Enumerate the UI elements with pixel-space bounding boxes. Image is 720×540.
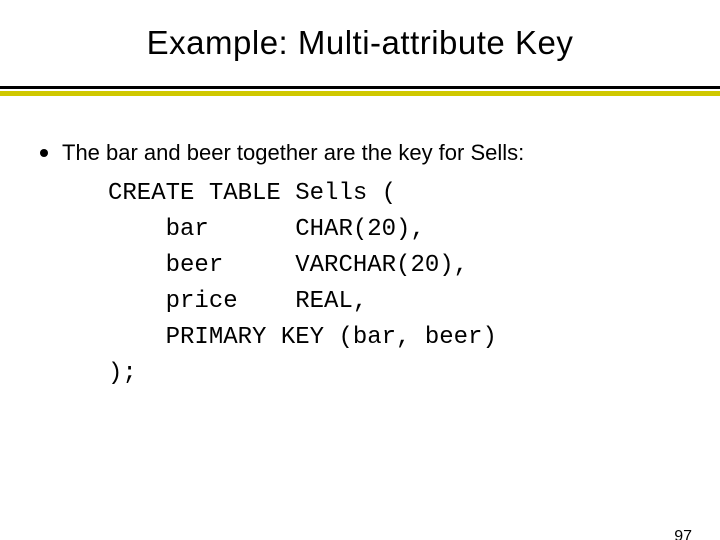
bullet-text: The bar and beer together are the key fo… <box>62 140 524 166</box>
rule-yellow <box>0 91 720 96</box>
bullet-icon <box>40 149 48 157</box>
code-block: CREATE TABLE Sells ( bar CHAR(20), beer … <box>40 176 700 392</box>
slide-title: Example: Multi-attribute Key <box>0 24 720 62</box>
bullet-item: The bar and beer together are the key fo… <box>40 140 700 166</box>
title-rule <box>0 86 720 96</box>
page-number: 97 <box>674 528 692 540</box>
rule-black <box>0 86 720 89</box>
content-area: The bar and beer together are the key fo… <box>0 140 720 392</box>
